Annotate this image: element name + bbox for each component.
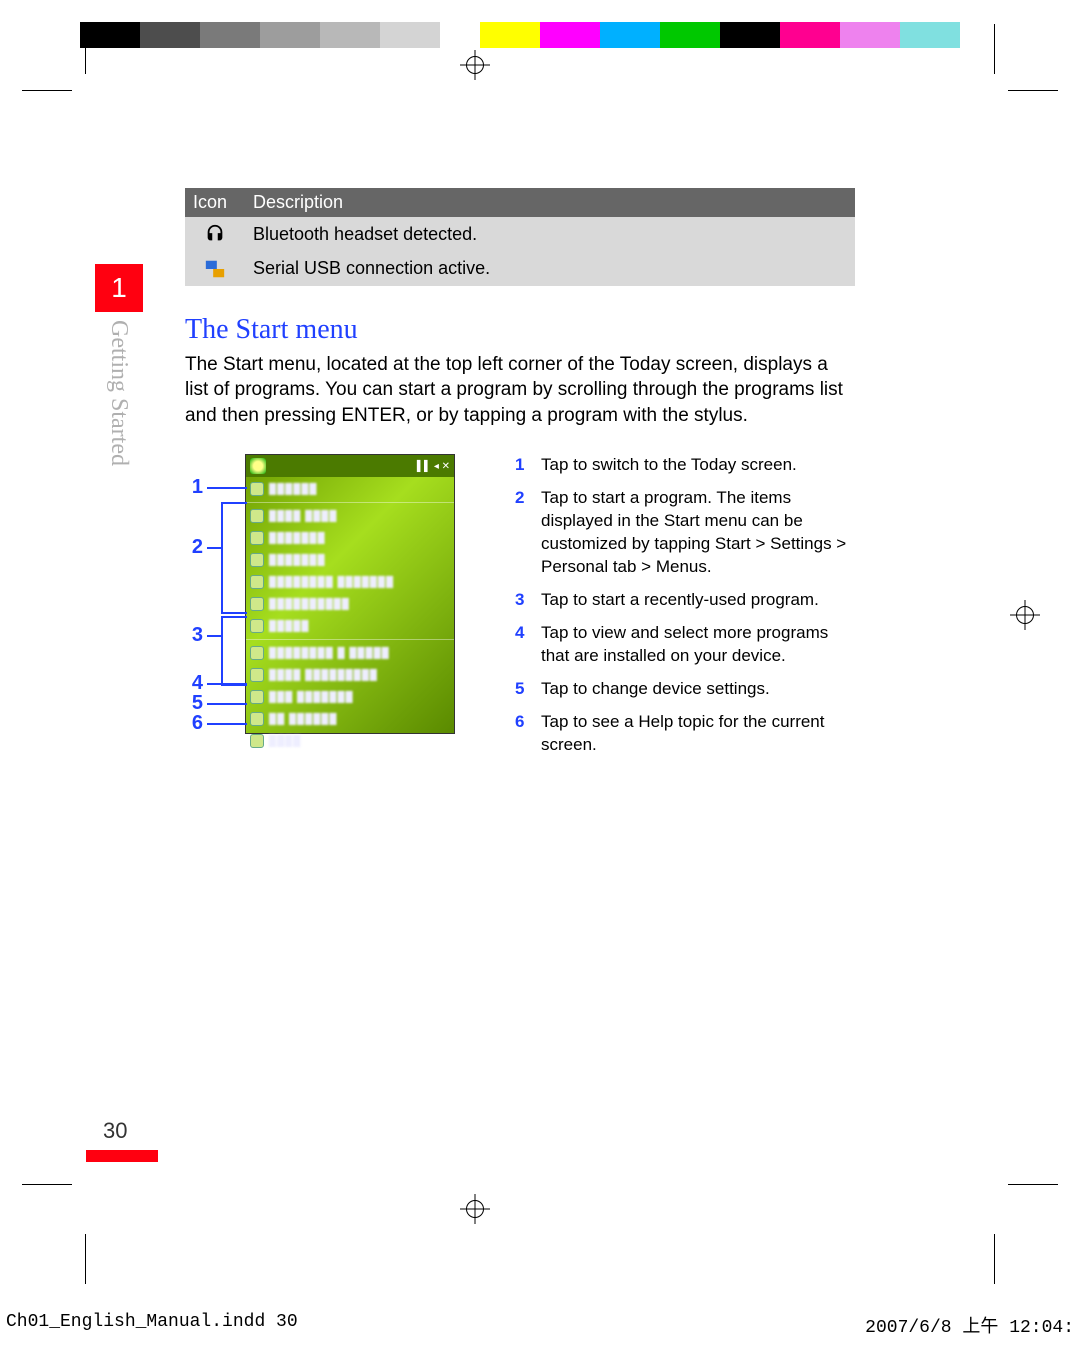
- legend-item: 3Tap to start a recently-used program.: [515, 589, 855, 612]
- table-cell-desc: Serial USB connection active.: [245, 251, 855, 285]
- chapter-number-badge: 1: [95, 264, 143, 312]
- callout-bracket: [221, 616, 223, 684]
- usb-serial-icon: [204, 258, 226, 280]
- table-header-icon: Icon: [185, 188, 245, 217]
- icon-description-table: Icon Description Bluetooth headset detec…: [185, 188, 855, 286]
- callout-number: 6: [185, 712, 203, 735]
- table-header-desc: Description: [245, 188, 855, 217]
- start-menu-figure: ▌▌ ◂ ✕ ██████ ████ ████ ███████ ███████ …: [185, 454, 485, 766]
- section-paragraph: The Start menu, located at the top left …: [185, 352, 855, 429]
- callout-leader: [207, 635, 221, 637]
- crop-mark: [22, 90, 72, 91]
- table-row: Serial USB connection active.: [185, 251, 855, 285]
- callout-leader: [207, 723, 247, 725]
- callout-legend: 1Tap to switch to the Today screen. 2Tap…: [515, 454, 855, 766]
- crop-mark: [22, 1184, 72, 1185]
- registration-mark-bottom: [460, 1194, 490, 1224]
- section-heading: The Start menu: [185, 314, 855, 346]
- crop-mark: [1008, 1184, 1058, 1185]
- footer-timestamp: 2007/6/8 上午 12:04:: [865, 1312, 1074, 1338]
- page-number: 30: [103, 1118, 127, 1144]
- callout-leader: [207, 683, 247, 685]
- registration-mark-top: [460, 50, 490, 80]
- callout-leader: [221, 616, 247, 618]
- callout-number: 1: [185, 476, 203, 499]
- crop-mark: [1008, 90, 1058, 91]
- headset-icon: [204, 223, 226, 245]
- legend-item: 5Tap to change device settings.: [515, 678, 855, 701]
- crop-mark: [85, 24, 86, 74]
- footer-file: Ch01_English_Manual.indd 30: [6, 1312, 298, 1338]
- print-footer: Ch01_English_Manual.indd 30 2007/6/8 上午 …: [0, 1312, 1080, 1338]
- page-content: 1 Getting Started Icon Description Bluet…: [95, 188, 855, 767]
- callout-leader: [221, 502, 247, 504]
- crop-mark: [994, 24, 995, 74]
- callout-number: 2: [185, 536, 203, 559]
- registration-mark-right: [1010, 600, 1040, 630]
- page-number-accent: [86, 1150, 158, 1162]
- callout-leader: [207, 547, 221, 549]
- chapter-title-vertical: Getting Started: [105, 320, 132, 466]
- callout-number: 3: [185, 624, 203, 647]
- table-cell-desc: Bluetooth headset detected.: [245, 217, 855, 251]
- legend-item: 4Tap to view and select more programs th…: [515, 622, 855, 668]
- legend-item: 6Tap to see a Help topic for the current…: [515, 711, 855, 757]
- callout-bracket: [221, 502, 223, 612]
- legend-item: 2Tap to start a program. The items displ…: [515, 487, 855, 579]
- callout-leader: [221, 612, 247, 614]
- crop-mark: [994, 1234, 995, 1284]
- print-color-bar: [0, 22, 1080, 48]
- legend-item: 1Tap to switch to the Today screen.: [515, 454, 855, 477]
- table-row: Bluetooth headset detected.: [185, 217, 855, 251]
- callout-leader: [207, 487, 247, 489]
- callout-leader: [207, 703, 247, 705]
- device-screenshot: ▌▌ ◂ ✕ ██████ ████ ████ ███████ ███████ …: [245, 454, 455, 734]
- crop-mark: [85, 1234, 86, 1284]
